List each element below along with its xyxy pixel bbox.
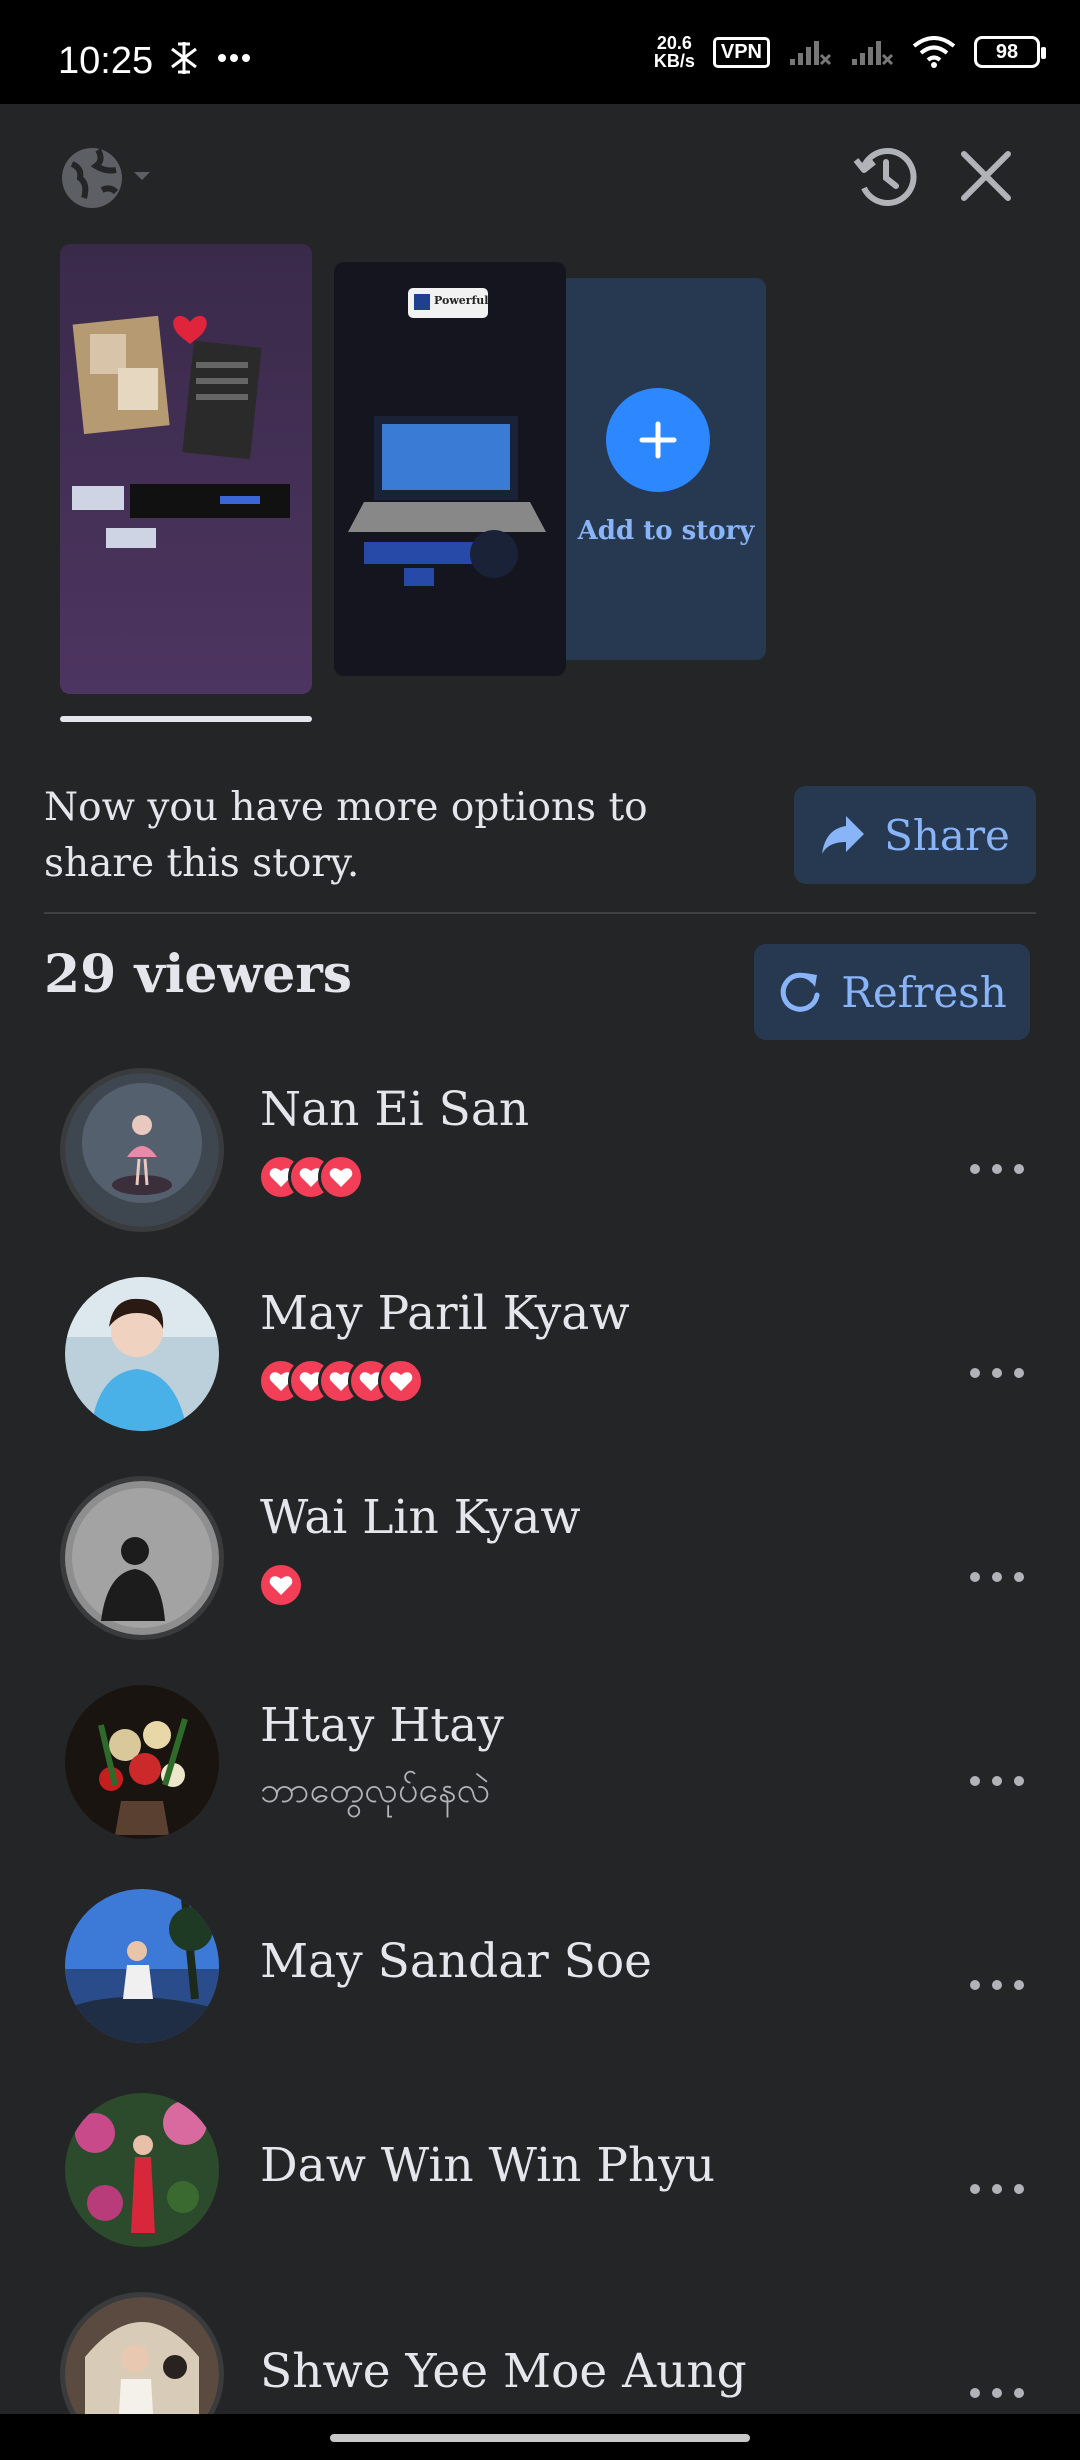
history-icon xyxy=(853,148,917,206)
share-button[interactable]: Share xyxy=(794,786,1036,884)
reaction-list xyxy=(258,1154,364,1200)
story-preview-image xyxy=(348,288,546,586)
vpn-badge: VPN xyxy=(712,36,770,68)
story-preview-image xyxy=(72,315,290,548)
viewer-name: May Sandar Soe xyxy=(260,1934,652,1989)
avatar[interactable] xyxy=(60,1884,224,2048)
viewer-row[interactable]: Wai Lin Kyaw xyxy=(0,1476,1080,1680)
story-thumbnail-2[interactable]: Powerful xyxy=(334,262,566,676)
more-options-button[interactable] xyxy=(970,1754,1024,1808)
add-story-button[interactable] xyxy=(606,388,710,492)
refresh-button-label: Refresh xyxy=(841,967,1007,1017)
status-bar: 10:25 20.6 KB/s VPN 98 xyxy=(0,0,1080,104)
signal-off-icon xyxy=(790,41,832,66)
add-to-story-card[interactable]: Add to story xyxy=(566,278,766,660)
avatar[interactable] xyxy=(60,1476,224,1640)
viewer-name: Htay Htay xyxy=(260,1698,504,1753)
viewer-name: Nan Ei San xyxy=(260,1082,530,1137)
more-icon xyxy=(970,1980,980,1990)
heart-icon xyxy=(378,1358,424,1404)
share-info-text: Now you have more options to share this … xyxy=(44,785,648,886)
wifi-icon xyxy=(912,36,956,68)
add-to-story-label: Add to story xyxy=(577,516,755,546)
more-options-button[interactable] xyxy=(970,1550,1024,1604)
more-options-button[interactable] xyxy=(970,2162,1024,2216)
battery-indicator: 98 xyxy=(974,36,1046,68)
heart-icon xyxy=(318,1154,364,1200)
avatar[interactable] xyxy=(60,1272,224,1436)
more-icon xyxy=(970,2184,980,2194)
home-indicator[interactable] xyxy=(330,2434,750,2442)
signal-off-icon-2 xyxy=(852,41,894,66)
close-icon xyxy=(961,151,1011,201)
story-card-text: Powerful xyxy=(434,294,489,307)
more-icon xyxy=(970,1164,980,1174)
more-options-button[interactable] xyxy=(970,1142,1024,1196)
selected-story-indicator xyxy=(60,716,312,722)
divider xyxy=(44,912,1036,914)
refresh-button[interactable]: Refresh xyxy=(754,944,1030,1040)
more-icon xyxy=(970,2388,980,2398)
more-options-button[interactable] xyxy=(970,1346,1024,1400)
plus-icon xyxy=(639,421,677,459)
story-thumbnail-1[interactable] xyxy=(60,244,312,694)
notification-app-icon xyxy=(171,42,197,74)
viewer-name: May Paril Kyaw xyxy=(260,1286,630,1341)
more-icon xyxy=(970,1572,980,1582)
viewer-row[interactable]: Nan Ei San xyxy=(0,1068,1080,1272)
viewer-name: Shwe Yee Moe Aung xyxy=(260,2344,747,2399)
reaction-list xyxy=(258,1562,304,1608)
more-icon xyxy=(970,1776,980,1786)
refresh-icon xyxy=(780,972,820,1012)
avatar[interactable] xyxy=(60,1068,224,1232)
viewer-row[interactable]: May Paril Kyaw xyxy=(0,1272,1080,1476)
avatar[interactable] xyxy=(60,1680,224,1844)
share-arrow-icon xyxy=(822,816,865,854)
globe-icon xyxy=(62,148,150,208)
viewer-name: Wai Lin Kyaw xyxy=(260,1490,581,1545)
viewer-name: Daw Win Win Phyu xyxy=(260,2138,716,2193)
more-options-button[interactable] xyxy=(970,2366,1024,2420)
more-options-button[interactable] xyxy=(970,1958,1024,2012)
viewer-row[interactable]: May Sandar Soe xyxy=(0,1884,1080,2088)
share-button-label: Share xyxy=(884,810,1010,860)
privacy-selector-button[interactable] xyxy=(58,140,158,216)
overflow-dots-icon xyxy=(218,54,250,62)
avatar[interactable] xyxy=(60,2088,224,2252)
close-button[interactable] xyxy=(950,140,1022,212)
viewer-row[interactable]: Htay Htay ဘာတွေလုပ်နေလဲ xyxy=(0,1680,1080,1884)
status-time: 10:25 xyxy=(58,40,154,82)
viewer-reply-text: ဘာတွေလုပ်နေလဲ xyxy=(260,1770,491,1811)
more-icon xyxy=(970,1368,980,1378)
heart-icon xyxy=(258,1562,304,1608)
viewer-row[interactable]: Daw Win Win Phyu xyxy=(0,2088,1080,2292)
network-speed: 20.6 KB/s xyxy=(653,33,695,71)
story-archive-button[interactable] xyxy=(850,140,922,212)
viewers-count: 29 viewers xyxy=(44,944,353,1005)
reaction-list xyxy=(258,1358,424,1404)
